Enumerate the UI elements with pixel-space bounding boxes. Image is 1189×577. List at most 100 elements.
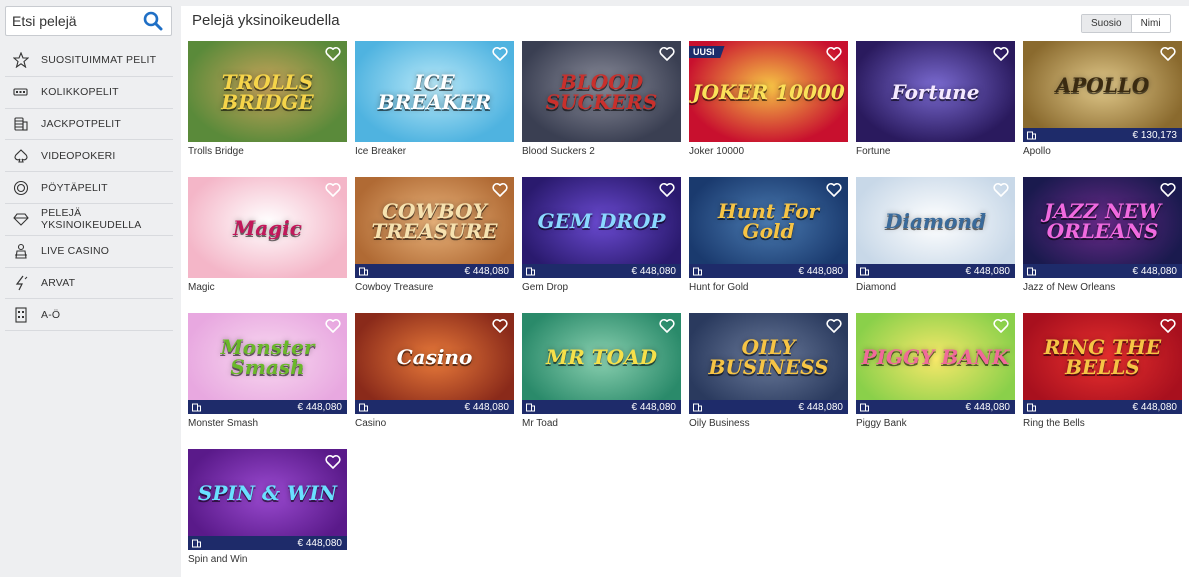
game-logo: RING THE BELLS [1043, 334, 1162, 379]
game-tile[interactable]: Monster Smash € 448,080 Monster Smash [188, 313, 347, 429]
game-thumbnail[interactable]: ICE BREAKER [355, 41, 514, 142]
game-thumbnail[interactable]: Fortune [856, 41, 1015, 142]
game-name[interactable]: Ring the Bells [1023, 418, 1182, 429]
game-thumbnail[interactable]: BLOOD SUCKERS [522, 41, 681, 142]
jackpot-icon [359, 403, 368, 411]
game-thumbnail[interactable]: PIGGY BANK € 448,080 [856, 313, 1015, 414]
game-thumbnail[interactable]: OILY BUSINESS € 448,080 [689, 313, 848, 414]
favorite-heart-icon[interactable] [325, 182, 341, 197]
favorite-heart-icon[interactable] [1160, 182, 1176, 197]
game-name[interactable]: Monster Smash [188, 418, 347, 429]
favorite-heart-icon[interactable] [826, 46, 842, 61]
game-tile[interactable]: GEM DROP € 448,080 Gem Drop [522, 177, 681, 293]
sidebar-item-9[interactable]: A-Ö [5, 299, 173, 332]
game-name[interactable]: Apollo [1023, 146, 1182, 157]
favorite-heart-icon[interactable] [993, 46, 1009, 61]
game-name[interactable]: Diamond [856, 282, 1015, 293]
game-tile[interactable]: Casino € 448,080 Casino [355, 313, 514, 429]
game-thumbnail[interactable]: TROLLS BRIDGE [188, 41, 347, 142]
favorite-heart-icon[interactable] [826, 182, 842, 197]
game-name[interactable]: Oily Business [689, 418, 848, 429]
game-thumbnail[interactable]: GEM DROP € 448,080 [522, 177, 681, 278]
game-tile[interactable]: PIGGY BANK € 448,080 Piggy Bank [856, 313, 1015, 429]
game-thumbnail[interactable]: COWBOY TREASURE € 448,080 [355, 177, 514, 278]
game-name[interactable]: Magic [188, 282, 347, 293]
favorite-heart-icon[interactable] [1160, 318, 1176, 333]
game-name[interactable]: Piggy Bank [856, 418, 1015, 429]
game-thumbnail[interactable]: Monster Smash € 448,080 [188, 313, 347, 414]
game-tile[interactable]: MR TOAD € 448,080 Mr Toad [522, 313, 681, 429]
game-logo: Hunt For Gold [717, 198, 820, 243]
favorite-heart-icon[interactable] [1160, 46, 1176, 61]
game-tile[interactable]: ICE BREAKER Ice Breaker [355, 41, 514, 157]
game-tile[interactable]: Diamond € 448,080 Diamond [856, 177, 1015, 293]
sidebar-item-4[interactable]: VIDEOPOKERI [5, 140, 173, 173]
sort-name-button[interactable]: Nimi [1131, 15, 1170, 32]
game-tile[interactable]: SPIN & WIN € 448,080 Spin and Win [188, 449, 347, 565]
game-tile[interactable]: COWBOY TREASURE € 448,080 Cowboy Treasure [355, 177, 514, 293]
game-tile[interactable]: JOKER 10000 UUSI Joker 10000 [689, 41, 848, 157]
sidebar-item-2[interactable]: KOLIKKOPELIT [5, 77, 173, 109]
main-content: Pelejä yksinoikeudella Suosio Nimi TROLL… [181, 6, 1189, 577]
game-thumbnail[interactable]: JOKER 10000 UUSI [689, 41, 848, 142]
jackpot-icon [693, 267, 702, 275]
favorite-heart-icon[interactable] [492, 182, 508, 197]
game-tile[interactable]: APOLLO € 130,173 Apollo [1023, 41, 1182, 157]
favorite-heart-icon[interactable] [659, 182, 675, 197]
game-name[interactable]: Trolls Bridge [188, 146, 347, 157]
game-tile[interactable]: BLOOD SUCKERS Blood Suckers 2 [522, 41, 681, 157]
sidebar-item-5[interactable]: PÖYTÄPELIT [5, 172, 173, 204]
game-name[interactable]: Hunt for Gold [689, 282, 848, 293]
game-name[interactable]: Mr Toad [522, 418, 681, 429]
favorite-heart-icon[interactable] [993, 318, 1009, 333]
favorite-heart-icon[interactable] [659, 318, 675, 333]
search-icon[interactable] [143, 11, 163, 31]
favorite-heart-icon[interactable] [325, 318, 341, 333]
game-name[interactable]: Joker 10000 [689, 146, 848, 157]
sidebar-item-6[interactable]: PELEJÄ YKSINOIKEUDELLA [5, 204, 173, 236]
game-thumbnail[interactable]: APOLLO € 130,173 [1023, 41, 1182, 142]
game-thumbnail[interactable]: RING THE BELLS € 448,080 [1023, 313, 1182, 414]
game-thumbnail[interactable]: MR TOAD € 448,080 [522, 313, 681, 414]
jackpot-bar: € 448,080 [522, 400, 681, 414]
favorite-heart-icon[interactable] [826, 318, 842, 333]
game-thumbnail[interactable]: Magic [188, 177, 347, 278]
game-name[interactable]: Jazz of New Orleans [1023, 282, 1182, 293]
game-name[interactable]: Cowboy Treasure [355, 282, 514, 293]
game-logo: GEM DROP [537, 208, 666, 233]
favorite-heart-icon[interactable] [993, 182, 1009, 197]
game-name[interactable]: Spin and Win [188, 554, 347, 565]
game-thumbnail[interactable]: SPIN & WIN € 448,080 [188, 449, 347, 550]
favorite-heart-icon[interactable] [325, 454, 341, 469]
game-name[interactable]: Ice Breaker [355, 146, 514, 157]
sidebar-item-3[interactable]: JACKPOTPELIT [5, 109, 173, 141]
game-tile[interactable]: JAZZ NEW ORLEANS € 448,080 Jazz of New Orl… [1023, 177, 1182, 293]
game-name[interactable]: Gem Drop [522, 282, 681, 293]
favorite-heart-icon[interactable] [492, 318, 508, 333]
game-name[interactable]: Blood Suckers 2 [522, 146, 681, 157]
jackpot-amount: € 448,080 [798, 401, 844, 413]
favorite-heart-icon[interactable] [492, 46, 508, 61]
sidebar-item-1[interactable]: SUOSITUIMMAT PELIT [5, 45, 173, 77]
sidebar-item-7[interactable]: LIVE CASINO [5, 236, 173, 268]
game-name[interactable]: Fortune [856, 146, 1015, 157]
sidebar-item-8[interactable]: ARVAT [5, 268, 173, 300]
game-tile[interactable]: Fortune Fortune [856, 41, 1015, 157]
sort-popularity-button[interactable]: Suosio [1082, 15, 1132, 32]
game-thumbnail[interactable]: Casino € 448,080 [355, 313, 514, 414]
jackpot-icon [526, 403, 535, 411]
game-tile[interactable]: Magic Magic [188, 177, 347, 293]
favorite-heart-icon[interactable] [325, 46, 341, 61]
jackpot-icon [192, 539, 201, 547]
game-tile[interactable]: OILY BUSINESS € 448,080 Oily Business [689, 313, 848, 429]
game-thumbnail[interactable]: JAZZ NEW ORLEANS € 448,080 [1023, 177, 1182, 278]
game-tile[interactable]: TROLLS BRIDGE Trolls Bridge [188, 41, 347, 157]
favorite-heart-icon[interactable] [659, 46, 675, 61]
game-tile[interactable]: Hunt For Gold € 448,080 Hunt for Gold [689, 177, 848, 293]
game-thumbnail[interactable]: Hunt For Gold € 448,080 [689, 177, 848, 278]
game-tile[interactable]: RING THE BELLS € 448,080 Ring the Bells [1023, 313, 1182, 429]
search-input[interactable] [6, 7, 136, 35]
chip-icon [13, 180, 29, 196]
game-name[interactable]: Casino [355, 418, 514, 429]
game-thumbnail[interactable]: Diamond € 448,080 [856, 177, 1015, 278]
